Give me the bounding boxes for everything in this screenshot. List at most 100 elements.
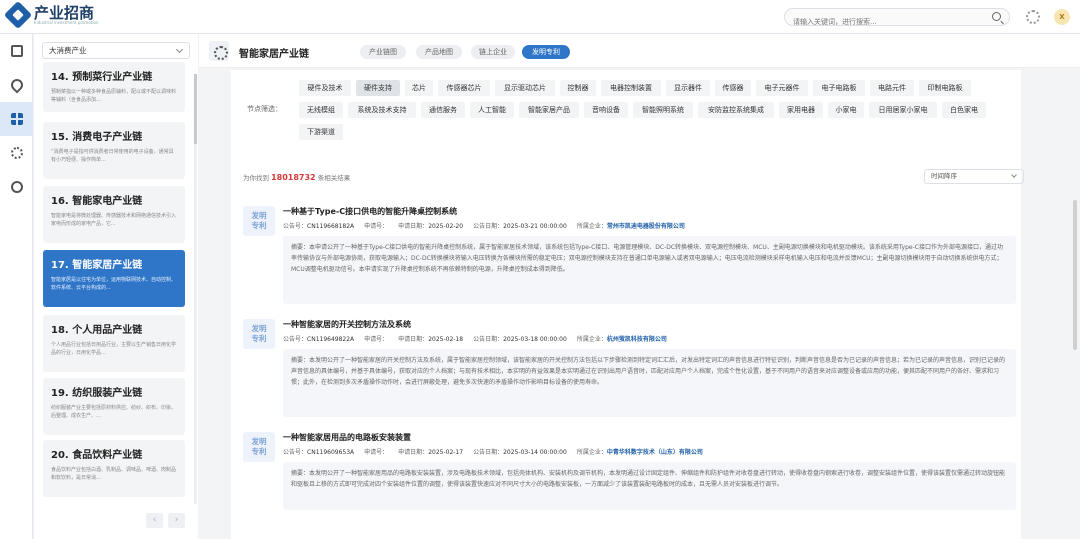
node-chip[interactable]: 小家电 xyxy=(828,102,864,118)
next-page-button[interactable]: › xyxy=(168,513,185,528)
logo-title: 产业招商 xyxy=(34,3,95,22)
industry-card[interactable]: 18. 个人用品产业链个人用品行业包括日用品行业，主要以生产销售日用化学品的行业… xyxy=(43,315,185,372)
app-date: 2025-02-18 xyxy=(428,336,464,343)
main-content: 智能家居产业链 产业链图 产品地图 链上企业 发明专利 节点筛选： 硬件及技术 硬件支持… xyxy=(199,34,1080,539)
node-chip[interactable]: 电路元件 xyxy=(870,80,914,96)
node-chip[interactable]: 日用居家小家电 xyxy=(869,102,937,118)
industry-card-title: 18. 个人用品产业链 xyxy=(51,325,143,336)
network-icon xyxy=(10,147,23,159)
rail-item-watch[interactable] xyxy=(0,170,33,204)
rail-item-chain[interactable] xyxy=(0,102,33,136)
app-no-label: 申请号： xyxy=(364,449,389,456)
node-chip[interactable]: 印制电路板 xyxy=(919,80,971,96)
company-link[interactable]: 杭州萤凯科技有限公司 xyxy=(607,336,667,343)
search-input[interactable] xyxy=(785,14,975,30)
industry-card-desc: 纺织服装产业主要包括原材料供应、纺纱、织布、印染、后整理、成衣生产、... xyxy=(51,405,177,419)
node-chip[interactable]: 控制器 xyxy=(560,80,596,96)
tab-1[interactable]: 产品地图 xyxy=(416,45,462,59)
app-date-label: 申请日期： xyxy=(398,223,429,230)
scrollbar-thumb[interactable] xyxy=(194,74,197,144)
rail-item-network[interactable] xyxy=(0,136,33,170)
industry-card[interactable]: 19. 纺织服装产业链纺织服装产业主要包括原材料供应、纺纱、织布、印染、后整理、… xyxy=(43,378,185,435)
chevron-down-icon xyxy=(1011,172,1017,178)
industry-card[interactable]: 20. 食品饮料产业链 食品饮料产业包括白酒、乳制品、调味品、啤酒、肉制品和软饮料… xyxy=(43,440,185,497)
industry-card-desc: “消费电子是指可供消费者日常使用的电子设备，通常具有小巧轻便、操作简单... xyxy=(51,149,174,163)
node-chip[interactable]: 智能家居产品 xyxy=(519,102,579,118)
node-chip[interactable]: 显示驱动芯片 xyxy=(495,80,555,96)
node-chip[interactable]: 家用电器 xyxy=(779,102,823,118)
avatar[interactable]: X xyxy=(1054,9,1070,25)
patent-abstract: 摘要：本申请公开了一种基于Type-C接口供电的智能升降桌控制系统，属于智能家居… xyxy=(283,236,1016,304)
hub-icon xyxy=(209,41,229,61)
node-chip[interactable]: 音响设备 xyxy=(584,102,628,118)
rail-item-map[interactable] xyxy=(0,68,33,102)
tab-2[interactable]: 链上企业 xyxy=(471,45,515,59)
tab-3[interactable]: 发明专利 xyxy=(522,45,570,59)
node-chip[interactable]: 传感器 xyxy=(715,80,751,96)
nav-rail xyxy=(0,34,33,539)
search-icon[interactable] xyxy=(992,12,1001,21)
patent-abstract: 摘要：本发明公开了一种智能家居的开关控制方法及系统，属于智能家居控制领域，该智能… xyxy=(283,349,1016,417)
node-chip[interactable]: 传感器芯片 xyxy=(438,80,490,96)
industry-card-title: 20. 食品饮料产业链 xyxy=(51,450,143,461)
node-chip[interactable]: 智能照明系统 xyxy=(633,102,693,118)
page-scrollbar[interactable] xyxy=(1073,200,1077,350)
chevron-down-icon xyxy=(175,45,184,54)
pub-date-label: 公告日期： xyxy=(473,336,504,343)
node-chip[interactable]: 白色家电 xyxy=(942,102,986,118)
prev-page-button[interactable]: ‹ xyxy=(146,513,163,528)
node-chip[interactable]: 电子电路板 xyxy=(813,80,865,96)
patent-title[interactable]: 一种基于Type-C接口供电的智能升降桌控制系统 xyxy=(283,206,457,217)
grid-icon xyxy=(10,113,23,125)
logo-mark-icon xyxy=(3,0,33,30)
industry-card-title: 19. 纺织服装产业链 xyxy=(51,388,143,399)
node-chip[interactable]: 人工智能 xyxy=(470,102,514,118)
sort-select[interactable]: 时间降序 xyxy=(924,169,1024,184)
node-chip[interactable]: 硬件及技术 xyxy=(299,80,351,96)
industry-card[interactable]: 17. 智能家居产业链 智能家居是以住宅为单位，运用物联网技术、自动控制、软件系统… xyxy=(43,250,185,307)
sort-value: 时间降序 xyxy=(931,172,957,180)
node-chip[interactable]: 硬件支持 xyxy=(356,80,400,96)
industry-card[interactable]: 14. 预制菜行业产业链 预制菜指以一种或多种食品原辅料，配以或不配以调味料等辅料… xyxy=(43,62,185,112)
chain-header: 智能家居产业链 产业链图 产品地图 链上企业 发明专利 xyxy=(199,34,1080,68)
industry-card[interactable]: 16. 智能家电产业链智能家电是将微处理器、传感器技术和网络通信技术引入家电而形… xyxy=(43,186,185,243)
industry-select-value: 大消费产业 xyxy=(49,46,87,55)
node-chip[interactable]: 系统及技术支持 xyxy=(348,102,416,118)
industry-card-title: 16. 智能家电产业链 xyxy=(51,196,143,207)
node-chip[interactable]: 电器控制装置 xyxy=(601,80,661,96)
industry-card-desc: 智能家电是将微处理器、传感器技术和网络通信技术引入家电而形成的家电产品，它... xyxy=(51,213,177,227)
industry-card[interactable]: 15. 消费电子产业链 “消费电子是指可供消费者日常使用的电子设备，通常具有小巧轻… xyxy=(43,122,185,179)
node-chip[interactable]: 显示器件 xyxy=(666,80,710,96)
patent-meta: 公告号：CN119668182A 申请号： 申请日期：2025-02-20 公告日期：… xyxy=(283,221,695,230)
app-no-label: 申请号： xyxy=(364,223,389,230)
pub-date-label: 公告日期： xyxy=(473,449,504,456)
industry-card-desc: 个人用品行业包括日用品行业，主要以生产销售日用化学品的行业，日用化学品... xyxy=(51,342,177,356)
pub-date: 2025-03-14 00:00:00 xyxy=(503,449,567,456)
node-chip[interactable]: 下游渠道 xyxy=(299,124,343,140)
node-chip[interactable]: 通信服务 xyxy=(421,102,465,118)
node-chip[interactable]: 无线模组 xyxy=(299,102,343,118)
node-chip[interactable]: 芯片 xyxy=(405,80,433,96)
patent-title[interactable]: 一种智能家居用品的电路板安装装置 xyxy=(283,432,411,443)
industry-select[interactable]: 大消费产业 xyxy=(42,42,190,59)
tab-0[interactable]: 产业链图 xyxy=(360,45,406,59)
search-box[interactable] xyxy=(784,8,1010,30)
company-label: 所属企业： xyxy=(576,449,607,456)
company-link[interactable]: 中青华科数字技术（山东）有限公司 xyxy=(607,449,703,456)
patent-badge: 发明 专利 xyxy=(243,206,275,236)
logo[interactable]: 产业招商 Industrial investment promotion xyxy=(3,0,98,30)
filter-label: 节点筛选： xyxy=(247,105,282,113)
patent-title[interactable]: 一种智能家居的开关控制方法及系统 xyxy=(283,319,411,330)
industry-card-desc: 预制菜指以一种或多种食品原辅料，配以或不配以调味料等辅料（含食品添加... xyxy=(51,89,177,103)
pub-date: 2025-03-18 00:00:00 xyxy=(503,336,567,343)
settings-icon[interactable] xyxy=(1026,10,1040,24)
pub-date-label: 公告日期： xyxy=(473,223,504,230)
node-chip[interactable]: 安防监控系统集成 xyxy=(698,102,774,118)
node-chip[interactable]: 电子元器件 xyxy=(756,80,808,96)
rail-item-dashboard[interactable] xyxy=(0,34,33,68)
company-link[interactable]: 常州市凯迪电器股份有限公司 xyxy=(607,223,685,230)
app-date-label: 申请日期： xyxy=(398,336,429,343)
patent-badge: 发明 专利 xyxy=(243,319,275,349)
results-panel: 为你找到 18018732 条相关结果 时间降序 发明 专利 一种基于Type-C… xyxy=(231,162,1024,539)
app-date-label: 申请日期： xyxy=(398,449,429,456)
